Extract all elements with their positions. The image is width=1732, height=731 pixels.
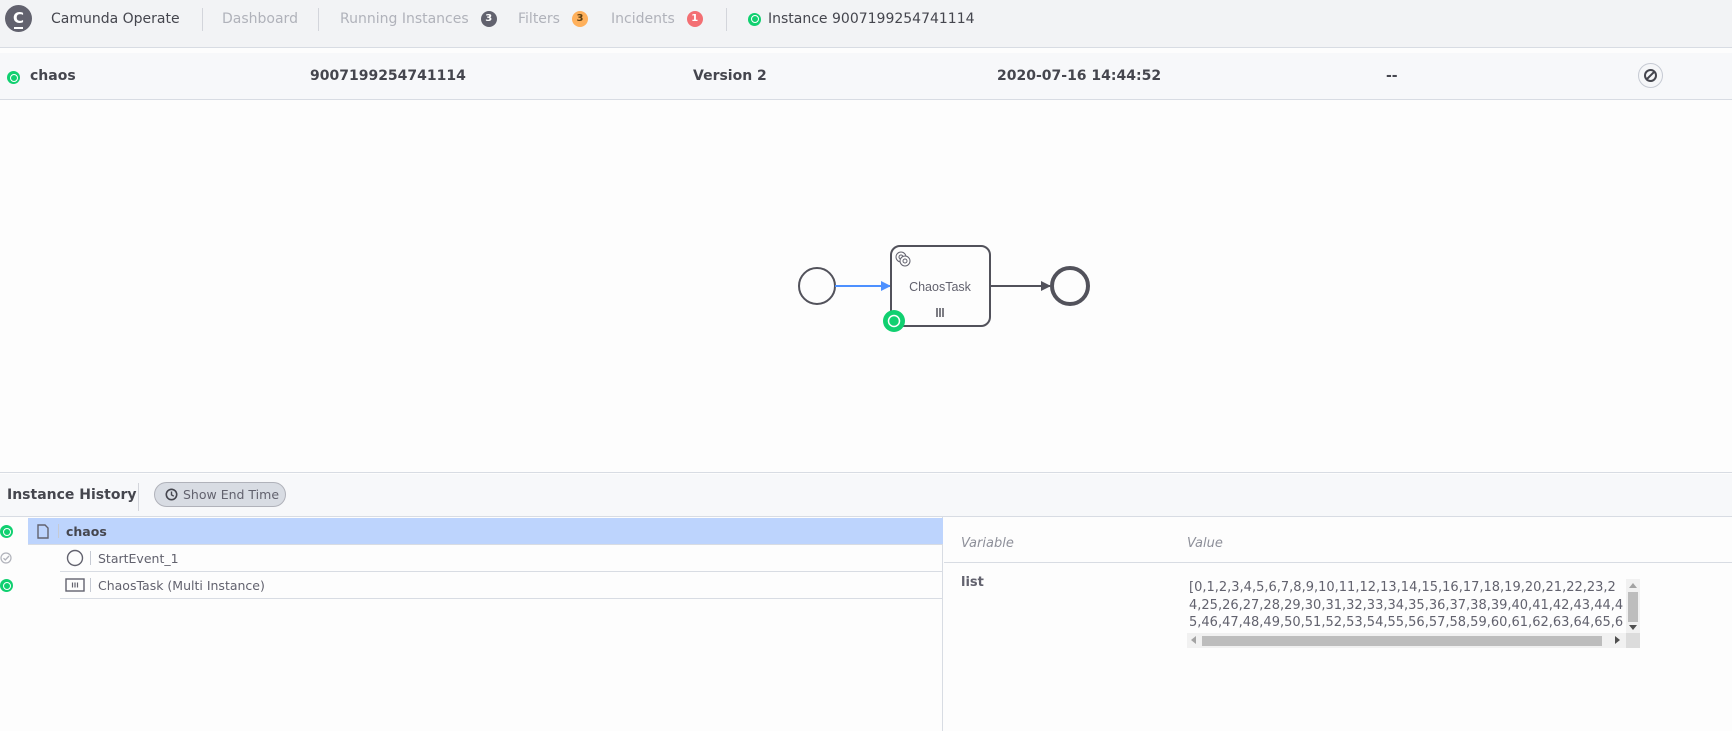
- process-name: chaos: [30, 68, 76, 84]
- clock-icon: [165, 488, 178, 501]
- variable-value-box[interactable]: [0,1,2,3,4,5,6,7,8,9,10,11,12,13,14,15,1…: [1187, 579, 1640, 648]
- start-event-icon: [60, 549, 90, 567]
- bpmn-diagram-svg: ChaosTask: [798, 245, 1090, 332]
- tree-node[interactable]: StartEvent_1: [60, 545, 943, 572]
- variable-column-header: Variable: [961, 536, 1014, 551]
- filters-label: Filters: [518, 11, 560, 27]
- scroll-left-icon[interactable]: [1191, 636, 1196, 644]
- tree-row[interactable]: chaos: [0, 518, 943, 545]
- cancel-icon: [1644, 69, 1657, 82]
- nav-divider: [318, 8, 319, 31]
- end-event[interactable]: [1050, 266, 1090, 306]
- active-state-icon: [0, 579, 13, 592]
- app-header: C Camunda Operate Dashboard Running Inst…: [0, 0, 1732, 48]
- divider: [90, 551, 91, 565]
- show-end-time-toggle[interactable]: Show End Time: [154, 482, 286, 507]
- filters-count-badge: 3: [571, 11, 588, 27]
- scrollbar-corner: [1626, 633, 1640, 648]
- camunda-logo-icon[interactable]: C: [5, 5, 32, 32]
- task-label: ChaosTask: [909, 280, 972, 294]
- active-token-icon: [883, 310, 905, 332]
- multi-instance-icon: [60, 578, 90, 592]
- process-version: Version 2: [693, 68, 767, 84]
- variables-table-header: Variable Value: [944, 517, 1732, 563]
- vertical-scrollbar[interactable]: [1626, 579, 1640, 633]
- variable-value: [0,1,2,3,4,5,6,7,8,9,10,11,12,13,14,15,1…: [1189, 580, 1624, 633]
- instance-summary-bar: chaos 9007199254741114 Version 2 2020-07…: [0, 53, 1732, 100]
- nav-filters-link[interactable]: Filters 3: [518, 0, 588, 38]
- nav-running-instances-link[interactable]: Running Instances 3: [340, 0, 497, 38]
- variable-name: list: [961, 575, 984, 590]
- scrollbar-thumb[interactable]: [1202, 636, 1602, 646]
- scroll-down-icon[interactable]: [1629, 625, 1637, 630]
- running-instances-count-badge: 3: [480, 11, 497, 27]
- divider: [138, 483, 139, 511]
- instance-history-title: Instance History: [7, 487, 137, 503]
- running-instances-label: Running Instances: [340, 11, 469, 27]
- start-event[interactable]: [798, 267, 836, 305]
- instance-id: 9007199254741114: [310, 68, 466, 84]
- nav-incidents-link[interactable]: Incidents 1: [611, 0, 703, 38]
- scroll-right-icon[interactable]: [1615, 636, 1620, 644]
- chaos-task[interactable]: ChaosTask: [890, 245, 991, 327]
- show-end-time-label: Show End Time: [183, 487, 280, 502]
- tree-node-label: ChaosTask (Multi Instance): [98, 577, 265, 593]
- divider: [90, 578, 91, 592]
- cancel-instance-button[interactable]: [1638, 63, 1663, 88]
- tree-node[interactable]: chaos: [28, 518, 943, 545]
- nav-divider: [202, 8, 203, 31]
- instance-title-text: Instance 9007199254741114: [768, 11, 975, 27]
- tree-node-label: StartEvent_1: [98, 550, 179, 566]
- bpmn-diagram-canvas[interactable]: ChaosTask: [0, 101, 1732, 473]
- instance-breadcrumb: Instance 9007199254741114: [748, 0, 975, 38]
- active-state-icon: [0, 525, 13, 538]
- tree-row[interactable]: StartEvent_1: [0, 545, 943, 572]
- scrollbar-thumb[interactable]: [1628, 592, 1638, 622]
- document-icon: [28, 523, 58, 539]
- active-state-icon: [7, 71, 20, 84]
- value-column-header: Value: [1187, 536, 1223, 551]
- divider: [58, 524, 59, 538]
- incidents-label: Incidents: [611, 11, 675, 27]
- instance-history-header: Instance History Show End Time: [0, 474, 1732, 517]
- horizontal-scrollbar[interactable]: [1187, 633, 1626, 648]
- start-date: 2020-07-16 14:44:52: [997, 68, 1162, 84]
- completed-check-icon: [0, 552, 12, 567]
- tree-row[interactable]: ChaosTask (Multi Instance): [0, 572, 943, 599]
- end-date: --: [1386, 68, 1398, 84]
- brand-link[interactable]: Camunda Operate: [51, 0, 180, 38]
- tree-node[interactable]: ChaosTask (Multi Instance): [60, 572, 943, 599]
- active-state-icon: [748, 12, 761, 26]
- tree-node-label: chaos: [66, 523, 107, 539]
- nav-divider: [726, 8, 727, 31]
- variables-panel: Variable Value list [0,1,2,3,4,5,6,7,8,9…: [944, 517, 1732, 731]
- scroll-up-icon[interactable]: [1629, 583, 1637, 588]
- instance-history-tree: chaos StartEvent_1 ChaosTask (Multi Inst…: [0, 517, 943, 731]
- nav-dashboard-link[interactable]: Dashboard: [222, 0, 298, 38]
- incidents-count-badge: 1: [686, 11, 703, 27]
